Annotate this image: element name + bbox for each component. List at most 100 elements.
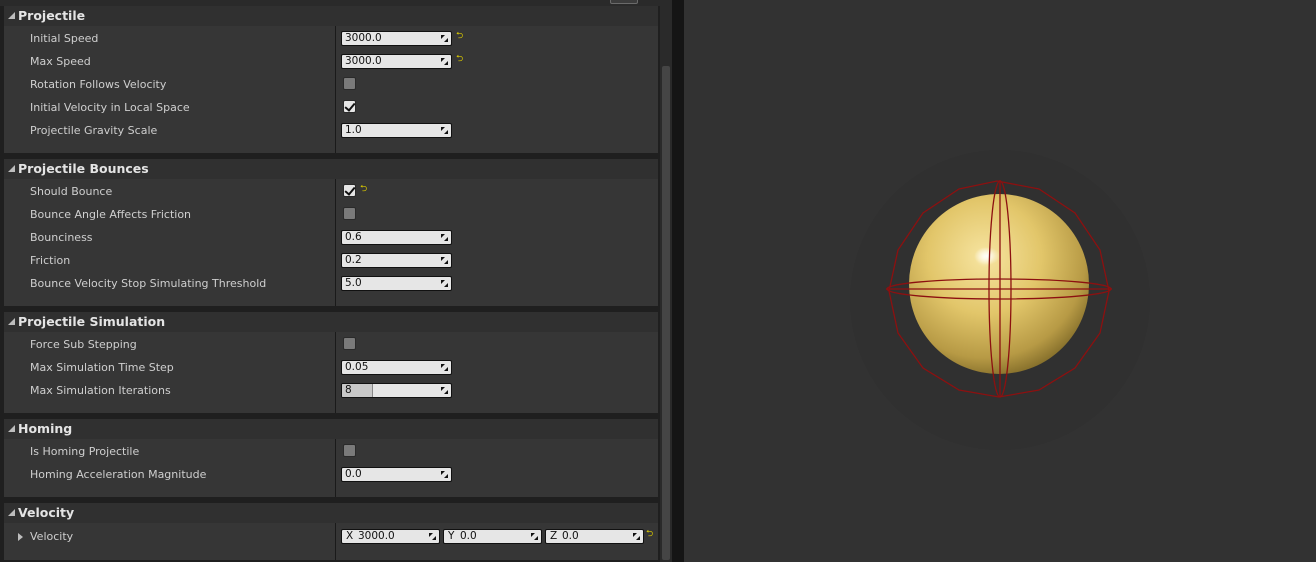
reset-to-default-icon[interactable]: ⮌: [456, 55, 463, 64]
drag-handle-icon[interactable]: [441, 257, 448, 264]
category-homing: Homing Is Homing Projectile Homing Accel…: [4, 419, 658, 497]
property-row-initial-speed: Initial Speed 3000.0 ⮌: [4, 27, 658, 50]
homing-acceleration-field[interactable]: 0.0: [341, 467, 452, 482]
friction-field[interactable]: 0.2: [341, 253, 452, 268]
panel-splitter[interactable]: [672, 0, 684, 562]
drag-handle-icon[interactable]: [441, 364, 448, 371]
velocity-x-field[interactable]: X 3000.0: [341, 529, 440, 544]
category-title: Projectile: [18, 8, 86, 23]
field-value: 3000.0: [345, 32, 382, 44]
checkmark-icon: [344, 184, 356, 196]
category-projectile-bounces: Projectile Bounces Should Bounce ⮌ Bounc…: [4, 159, 658, 306]
category-collapse-arrow-icon: [8, 509, 15, 516]
property-label: Max Speed: [30, 55, 91, 68]
category-header-velocity[interactable]: Velocity: [4, 503, 658, 523]
panel-options-button[interactable]: [610, 0, 638, 4]
property-row-max-speed: Max Speed 3000.0 ⮌: [4, 50, 658, 73]
property-label: Is Homing Projectile: [30, 445, 140, 458]
preview-viewport[interactable]: [684, 0, 1316, 562]
bounciness-field[interactable]: 0.6: [341, 230, 452, 245]
drag-handle-icon[interactable]: [633, 533, 640, 540]
max-sim-iterations-slider[interactable]: 8: [341, 383, 452, 398]
property-label: Projectile Gravity Scale: [30, 124, 158, 137]
category-title: Velocity: [18, 505, 75, 520]
velocity-y-field[interactable]: Y 0.0: [443, 529, 542, 544]
field-value: 5.0: [345, 277, 362, 289]
drag-handle-icon[interactable]: [441, 280, 448, 287]
property-row-velocity: Velocity X 3000.0 Y 0.0 Z 0.0 ⮌: [4, 525, 658, 548]
property-row-bounce-velocity-threshold: Bounce Velocity Stop Simulating Threshol…: [4, 272, 658, 295]
sphere-specular-highlight: [974, 247, 1000, 265]
drag-handle-icon[interactable]: [441, 387, 448, 394]
projectile-sphere-mesh: [909, 194, 1089, 374]
category-title: Projectile Simulation: [18, 314, 166, 329]
category-collapse-arrow-icon: [8, 165, 15, 172]
initial-velocity-local-space-checkbox[interactable]: [343, 100, 356, 113]
drag-handle-icon[interactable]: [441, 127, 448, 134]
property-row-bounciness: Bounciness 0.6: [4, 226, 658, 249]
category-collapse-arrow-icon: [8, 12, 15, 19]
property-row-should-bounce: Should Bounce ⮌: [4, 180, 658, 203]
reset-to-default-icon[interactable]: ⮌: [456, 32, 463, 41]
category-collapse-arrow-icon: [8, 318, 15, 325]
property-label: Bounciness: [30, 231, 93, 244]
field-value: 1.0: [345, 124, 362, 136]
should-bounce-checkbox[interactable]: [343, 184, 356, 197]
category-header-homing[interactable]: Homing: [4, 419, 658, 439]
axis-label: Y: [448, 530, 455, 542]
force-sub-stepping-checkbox[interactable]: [343, 337, 356, 350]
category-projectile: Projectile Initial Speed 3000.0 ⮌ Max Sp…: [4, 6, 658, 153]
scrollbar-thumb[interactable]: [662, 66, 670, 560]
property-row-gravity-scale: Projectile Gravity Scale 1.0: [4, 119, 658, 142]
max-speed-field[interactable]: 3000.0: [341, 54, 452, 69]
gravity-scale-field[interactable]: 1.0: [341, 123, 452, 138]
details-panel: Projectile Initial Speed 3000.0 ⮌ Max Sp…: [0, 0, 660, 562]
field-value: 0.0: [562, 530, 579, 542]
drag-handle-icon[interactable]: [441, 35, 448, 42]
property-label: Should Bounce: [30, 185, 113, 198]
property-label: Friction: [30, 254, 71, 267]
bounce-angle-affects-friction-checkbox[interactable]: [343, 207, 356, 220]
property-label: Velocity: [30, 530, 74, 543]
field-value: 0.05: [345, 361, 369, 373]
property-row-max-sim-iterations: Max Simulation Iterations 8: [4, 379, 658, 402]
drag-handle-icon[interactable]: [441, 234, 448, 241]
category-header-projectile[interactable]: Projectile: [4, 6, 658, 26]
reset-to-default-icon[interactable]: ⮌: [646, 530, 653, 539]
field-value: 3000.0: [345, 55, 382, 67]
field-value: 0.2: [345, 254, 362, 266]
property-label: Initial Speed: [30, 32, 99, 45]
property-row-initial-velocity-local-space: Initial Velocity in Local Space: [4, 96, 658, 119]
property-row-max-sim-time-step: Max Simulation Time Step 0.05: [4, 356, 658, 379]
property-label: Max Simulation Iterations: [30, 384, 171, 397]
field-value: 3000.0: [358, 530, 395, 542]
checkmark-icon: [344, 100, 356, 112]
category-velocity: Velocity Velocity X 3000.0 Y 0.0 Z 0.0 ⮌: [4, 503, 658, 560]
details-scrollbar[interactable]: [660, 0, 672, 562]
field-value: 0.0: [460, 530, 477, 542]
max-sim-time-step-field[interactable]: 0.05: [341, 360, 452, 375]
expand-arrow-icon[interactable]: [18, 533, 23, 541]
bounce-velocity-threshold-field[interactable]: 5.0: [341, 276, 452, 291]
drag-handle-icon[interactable]: [441, 471, 448, 478]
property-row-bounce-angle-affects-friction: Bounce Angle Affects Friction: [4, 203, 658, 226]
property-row-homing-acceleration: Homing Acceleration Magnitude 0.0: [4, 463, 658, 486]
field-value: 0.0: [345, 468, 362, 480]
property-row-is-homing: Is Homing Projectile: [4, 440, 658, 463]
axis-label: X: [346, 530, 354, 542]
is-homing-projectile-checkbox[interactable]: [343, 444, 356, 457]
reset-to-default-icon[interactable]: ⮌: [360, 185, 367, 194]
property-row-force-sub-stepping: Force Sub Stepping: [4, 333, 658, 356]
category-projectile-simulation: Projectile Simulation Force Sub Stepping…: [4, 312, 658, 413]
initial-speed-field[interactable]: 3000.0: [341, 31, 452, 46]
property-label: Rotation Follows Velocity: [30, 78, 167, 91]
field-value: 8: [345, 384, 352, 396]
category-header-projectile-simulation[interactable]: Projectile Simulation: [4, 312, 658, 332]
drag-handle-icon[interactable]: [441, 58, 448, 65]
drag-handle-icon[interactable]: [429, 533, 436, 540]
rotation-follows-velocity-checkbox[interactable]: [343, 77, 356, 90]
drag-handle-icon[interactable]: [531, 533, 538, 540]
property-label: Homing Acceleration Magnitude: [30, 468, 207, 481]
velocity-z-field[interactable]: Z 0.0: [545, 529, 644, 544]
category-header-projectile-bounces[interactable]: Projectile Bounces: [4, 159, 658, 179]
